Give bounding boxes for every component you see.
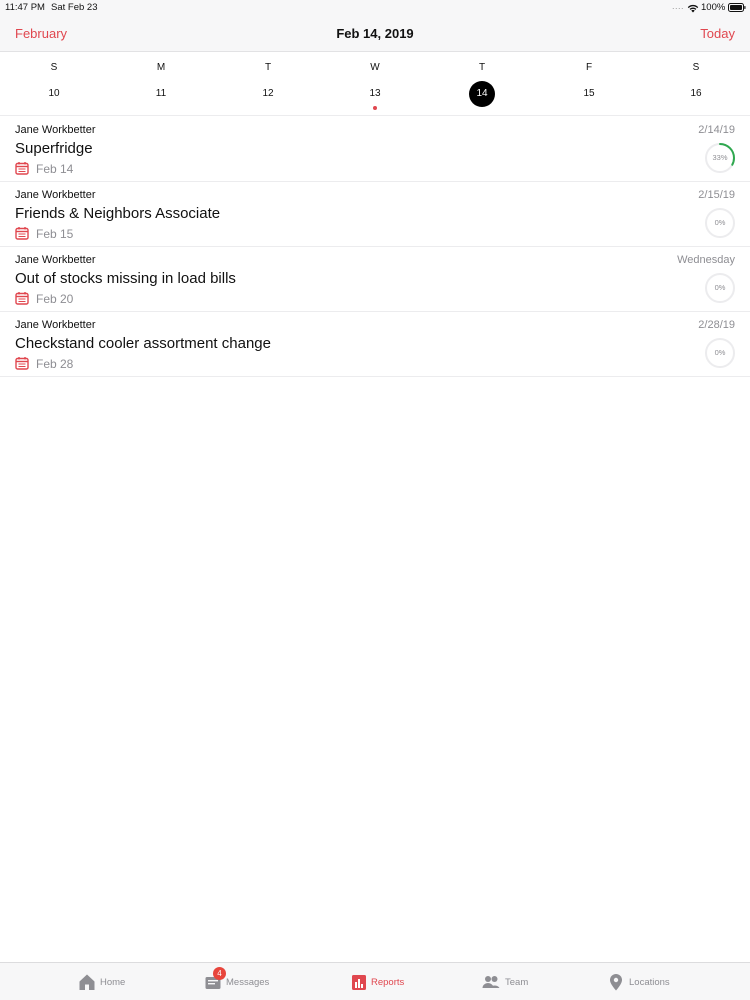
report-list: Jane Workbetter 2/14/19 Superfridge Feb … [0,117,750,377]
report-title: Checkstand cooler assortment change [15,335,271,352]
people-icon [482,976,500,988]
day-number: 12 [262,88,274,99]
map-pin-icon [610,974,622,991]
tab-label: Home [100,977,126,988]
wifi-icon [687,4,699,13]
today-button[interactable]: Today [700,26,735,41]
event-indicator-dot [373,106,377,110]
assignee-name: Jane Workbetter [15,319,96,331]
tab-label: Messages [226,977,270,988]
day-letter: M [156,62,166,73]
report-row[interactable]: Jane Workbetter 2/14/19 Superfridge Feb … [0,117,750,182]
assignee-name: Jane Workbetter [15,124,96,136]
report-date: Wednesday [677,254,735,266]
report-title: Out of stocks missing in load bills [15,270,236,287]
report-row[interactable]: Jane Workbetter 2/28/19 Checkstand coole… [0,312,750,377]
tab-label: Reports [371,977,405,988]
calendar-icon [15,227,29,240]
bar-chart-icon [352,975,366,990]
app-screen: 11:47 PM Sat Feb 23 .... 100% February F… [0,0,750,1000]
signal-dots: .... [672,1,685,11]
tab-messages[interactable]: 4 Messages [204,963,284,1000]
day-saturday[interactable]: S 16 [676,52,716,116]
progress-ring: 0% [704,207,736,239]
day-letter: F [585,62,593,73]
page-title: Feb 14, 2019 [336,26,414,41]
calendar-icon [15,357,29,370]
battery-icon [728,3,746,12]
status-bar: 11:47 PM Sat Feb 23 .... 100% [0,0,750,16]
report-row[interactable]: Jane Workbetter 2/15/19 Friends & Neighb… [0,182,750,247]
nav-header: February Feb 14, 2019 Today [0,16,750,52]
tab-locations[interactable]: Locations [607,963,687,1000]
due-date: Feb 28 [36,357,74,371]
day-friday[interactable]: F 15 [569,52,609,116]
tab-bar: Home 4 Messages Reports Team Locations [0,962,750,1000]
day-number: 10 [48,88,60,99]
day-number: 15 [583,88,595,99]
progress-percent: 0% [714,283,726,292]
progress-percent: 0% [714,348,726,357]
day-thursday[interactable]: T 14 [462,52,502,116]
day-letter: T [264,62,272,73]
report-date: 2/14/19 [698,124,735,136]
day-sunday[interactable]: S 10 [34,52,74,116]
report-date: 2/28/19 [698,319,735,331]
day-monday[interactable]: M 11 [141,52,181,116]
report-date: 2/15/19 [698,189,735,201]
battery-percent: 100% [701,2,726,13]
day-number: 13 [369,88,381,99]
report-title: Superfridge [15,140,93,157]
day-letter: S [50,62,58,73]
progress-percent: 0% [714,218,726,227]
calendar-icon [15,162,29,175]
tab-reports[interactable]: Reports [350,963,420,1000]
progress-ring: 0% [704,272,736,304]
tab-label: Locations [629,977,670,988]
report-row[interactable]: Jane Workbetter Wednesday Out of stocks … [0,247,750,312]
calendar-icon [15,292,29,305]
due-date: Feb 15 [36,227,74,241]
due-date: Feb 20 [36,292,74,306]
tab-label: Team [505,977,529,988]
report-title: Friends & Neighbors Associate [15,205,221,222]
week-strip: S 10 M 11 T 12 W 13 T 14 F 15 S 16 [0,52,750,116]
day-wednesday[interactable]: W 13 [355,52,395,116]
due-date: Feb 14 [36,162,74,176]
status-date: Sat Feb 23 [51,2,98,13]
tab-home[interactable]: Home [78,963,138,1000]
tab-team[interactable]: Team [482,963,542,1000]
day-number: 16 [690,88,702,99]
progress-percent: 33% [712,153,728,162]
status-time: 11:47 PM [5,2,45,13]
selected-day-number: 14 [469,81,495,107]
assignee-name: Jane Workbetter [15,254,96,266]
unread-badge: 4 [213,967,226,980]
day-letter: T [478,62,486,73]
home-icon [79,974,95,990]
day-letter: S [692,62,700,73]
progress-ring: 0% [704,337,736,369]
assignee-name: Jane Workbetter [15,189,96,201]
day-tuesday[interactable]: T 12 [248,52,288,116]
day-letter: W [370,62,380,73]
day-number: 11 [155,88,167,99]
progress-ring: 33% [704,142,736,174]
